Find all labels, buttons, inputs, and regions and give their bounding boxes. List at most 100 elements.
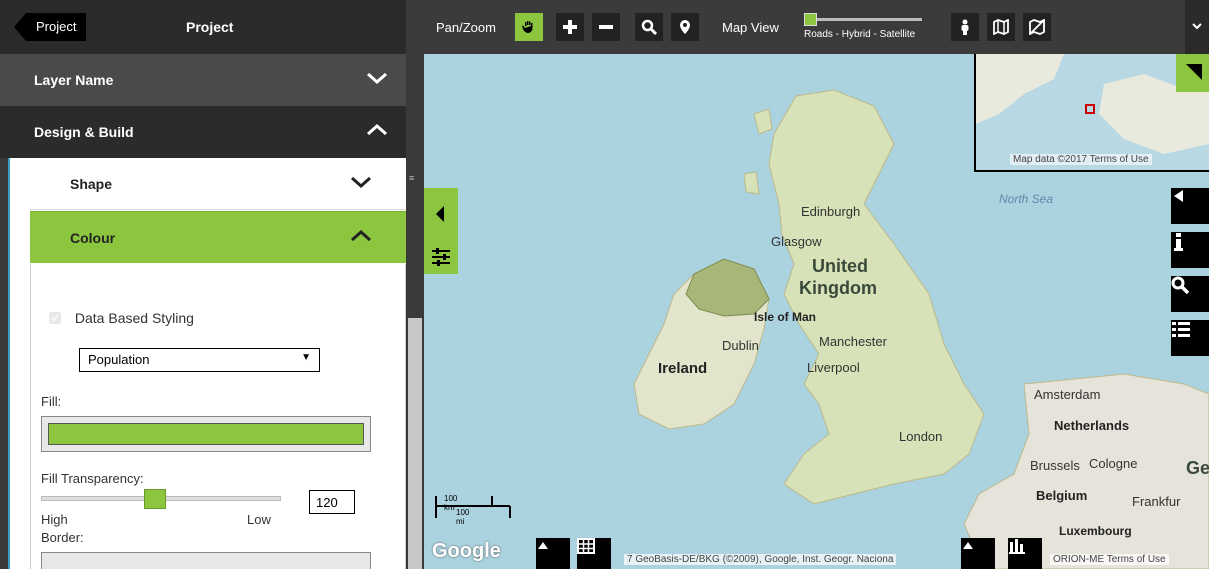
- map-layers-button[interactable]: [987, 13, 1015, 41]
- label-manchester: Manchester: [819, 334, 887, 349]
- bar-chart-icon: [1009, 539, 1025, 554]
- map-credits: 7 GeoBasis-DE/BKG (©2009), Google, Inst.…: [624, 554, 897, 565]
- hand-icon: [522, 21, 533, 33]
- sliders-icon: [432, 248, 450, 266]
- list-icon: [1172, 322, 1190, 337]
- label-liverpool: Liverpool: [807, 360, 860, 375]
- sidebar-title: Project: [186, 19, 234, 35]
- chevron-up-icon: [367, 123, 387, 136]
- resize-grip-icon[interactable]: ≡: [409, 174, 417, 190]
- chart-button[interactable]: [1008, 538, 1042, 569]
- search-icon: [641, 19, 657, 35]
- colour-settings: Data Based Styling Population ▼ Fill: Fi…: [30, 264, 406, 569]
- sidebar-header: Project Project: [0, 0, 406, 54]
- triangle-up-icon: [963, 542, 973, 549]
- plus-icon: [563, 20, 577, 34]
- left-sidebar: Project Project Layer Name Design & Buil…: [0, 0, 424, 569]
- map-view-handle[interactable]: [804, 13, 817, 26]
- chevron-down-icon: [1192, 23, 1202, 30]
- street-view-button[interactable]: [951, 13, 979, 41]
- collapse-corner-icon: [1186, 64, 1202, 80]
- map-pin-icon: [680, 20, 690, 34]
- map-canvas[interactable]: Map data ©2017 Terms of Use Edinburgh Gl…: [424, 54, 1209, 569]
- fill-transparency-label: Fill Transparency:: [41, 471, 144, 486]
- minus-icon: [599, 25, 613, 29]
- fill-label: Fill:: [41, 394, 62, 409]
- expand-bottom-left-button[interactable]: [536, 538, 570, 569]
- fill-color-picker[interactable]: [41, 416, 371, 452]
- filter-settings-button[interactable]: [424, 240, 458, 274]
- layer-name-accordion[interactable]: Layer Name: [0, 54, 406, 106]
- expand-panel-button[interactable]: [1171, 188, 1209, 224]
- label-kingdom: Kingdom: [799, 278, 877, 298]
- data-table-button[interactable]: [577, 538, 611, 569]
- search-icon: [1171, 276, 1189, 294]
- slider-high-label: High: [41, 512, 68, 527]
- label-netherlands: Netherlands: [1054, 418, 1130, 433]
- colour-accordion[interactable]: Colour: [30, 211, 406, 263]
- map-view-options: Roads - Hybrid - Satellite: [804, 29, 916, 40]
- map-view-label: Map View: [722, 20, 779, 35]
- map-credits-right: ORION-ME Terms of Use: [1050, 554, 1169, 565]
- overview-credit: Map data ©2017 Terms of Use: [1010, 154, 1152, 165]
- design-build-accordion[interactable]: Design & Build: [0, 106, 406, 158]
- shape-accordion[interactable]: Shape: [30, 158, 406, 210]
- label-ge: Ge: [1186, 458, 1209, 478]
- chevron-up-icon: [351, 229, 371, 242]
- data-based-styling-checkbox[interactable]: [49, 312, 61, 324]
- colour-label: Colour: [70, 230, 116, 246]
- legend-list-button[interactable]: [1171, 320, 1209, 356]
- google-logo: Google: [432, 540, 501, 562]
- label-brussels: Brussels: [1030, 458, 1080, 473]
- scrollbar-thumb[interactable]: [408, 318, 422, 569]
- search-button[interactable]: [635, 13, 663, 41]
- table-icon: [577, 538, 595, 554]
- map-toolbar: Pan/Zoom Map View Roads - Hybrid - Satel…: [424, 0, 1209, 54]
- label-edinburgh: Edinburgh: [801, 204, 861, 219]
- label-cologne: Cologne: [1089, 456, 1138, 471]
- pan-zoom-label: Pan/Zoom: [436, 20, 496, 35]
- data-field-select[interactable]: Population ▼: [79, 348, 320, 372]
- map-view-track: [804, 18, 922, 21]
- chevron-down-icon: [367, 72, 387, 85]
- border-label: Border:: [41, 530, 84, 545]
- shape-label: Shape: [70, 176, 113, 192]
- label-north-sea: North Sea: [999, 192, 1054, 206]
- info-icon: [1174, 233, 1183, 251]
- overview-toggle-button[interactable]: [1176, 54, 1209, 92]
- triangle-up-icon: [538, 542, 548, 549]
- folded-map-icon: [993, 19, 1009, 35]
- design-build-panel: Shape Colour Data Based Styling Populati…: [8, 158, 406, 569]
- info-button[interactable]: [1171, 232, 1209, 268]
- label-luxembourg: Luxembourg: [1059, 524, 1132, 538]
- map-view-slider[interactable]: Roads - Hybrid - Satellite: [804, 12, 944, 42]
- dropdown-arrow-icon: ▼: [301, 352, 311, 363]
- label-isle-of-man: Isle of Man: [754, 310, 817, 324]
- pan-hand-button[interactable]: [515, 13, 543, 41]
- scale-mi-label: 100 mi: [456, 508, 470, 526]
- fill-transparency-slider-handle[interactable]: [144, 489, 166, 509]
- sidebar-scrollbar[interactable]: ≡: [406, 0, 424, 569]
- back-to-project-button[interactable]: Project: [14, 13, 87, 41]
- label-london: London: [899, 429, 943, 444]
- scottish-islands: [743, 108, 773, 195]
- border-color-picker[interactable]: [41, 552, 371, 569]
- toolbar-more-button[interactable]: [1185, 0, 1209, 54]
- collapse-sidebar-button[interactable]: [424, 188, 458, 240]
- layer-name-label: Layer Name: [34, 72, 114, 88]
- label-ireland: Ireland: [658, 360, 708, 377]
- pegman-icon: [961, 19, 969, 35]
- zoom-in-button[interactable]: [556, 13, 584, 41]
- location-button[interactable]: [671, 13, 699, 41]
- map-off-icon: [1029, 19, 1045, 35]
- hide-map-button[interactable]: [1023, 13, 1051, 41]
- fill-transparency-input[interactable]: 120: [309, 490, 355, 514]
- data-based-styling-label: Data Based Styling: [74, 310, 194, 326]
- expand-bottom-right-button[interactable]: [961, 538, 995, 569]
- label-frankfurt: Frankfur: [1132, 494, 1181, 509]
- data-based-styling-row[interactable]: Data Based Styling: [49, 310, 194, 326]
- fill-swatch: [48, 423, 364, 445]
- map-search-button[interactable]: [1171, 276, 1209, 312]
- label-united: United: [812, 256, 868, 276]
- zoom-out-button[interactable]: [592, 13, 620, 41]
